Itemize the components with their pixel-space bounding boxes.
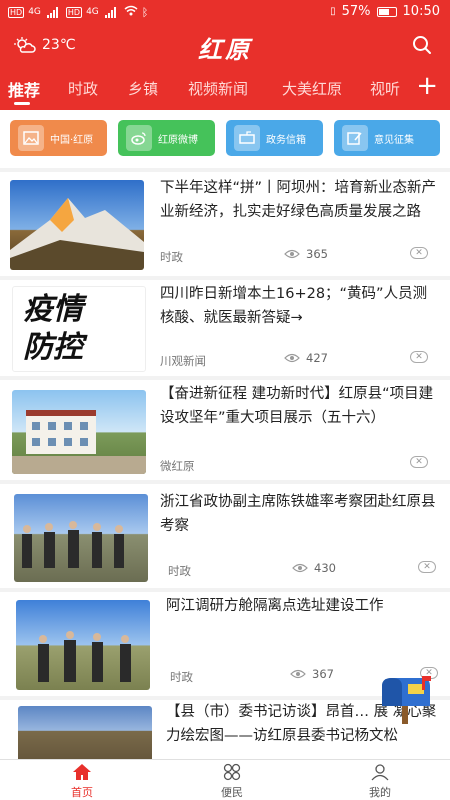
news-title: 阿江调研方舱隔离点选址建设工作 — [166, 598, 384, 614]
nav-label: 便民 — [221, 786, 243, 799]
news-title: 【奋进新征程 建功新时代】红原县“项目建设攻坚年”重大项目展示（五十六） — [160, 386, 434, 426]
nav-label: 首页 — [71, 786, 93, 799]
tab-beautiful-hongyuan[interactable]: 大美红原 — [282, 78, 342, 99]
tab-audiovisual[interactable]: 视听 — [370, 78, 400, 99]
view-count-value: 430 — [314, 561, 336, 575]
edit-icon — [342, 125, 368, 151]
vibrate-icon: ▯ — [330, 6, 336, 17]
news-source: 川观新闻 — [160, 354, 206, 368]
view-count: 430 — [292, 561, 336, 575]
news-source: 时政 — [168, 564, 191, 578]
add-channel-icon[interactable]: + — [416, 71, 438, 101]
news-thumbnail — [14, 494, 148, 582]
quick-link-china-hongyuan[interactable]: 中国·红原 — [10, 120, 107, 156]
eye-icon — [292, 563, 308, 573]
news-source: 时政 — [170, 670, 193, 684]
eye-icon — [284, 249, 300, 259]
eye-icon — [290, 669, 306, 679]
news-source: 微红原 — [160, 459, 195, 473]
category-tabs: 推荐 时政 乡镇 视频新闻 大美红原 视听 + — [0, 68, 450, 110]
news-thumbnail — [18, 706, 152, 759]
dismiss-icon[interactable]: ✕ — [410, 351, 428, 363]
network-type: 4G — [28, 7, 41, 17]
floating-mailbox-button[interactable] — [378, 676, 434, 724]
bottom-navigation: 首页 便民 我的 — [0, 759, 450, 800]
carrier-badge-2: HD — [65, 6, 83, 18]
view-count-value: 365 — [306, 247, 328, 261]
news-thumbnail — [12, 390, 146, 474]
app-header: 23℃ 红原 — [0, 26, 450, 68]
view-count-value: 367 — [312, 667, 334, 681]
signal-icon-2 — [104, 6, 116, 18]
quick-link-feedback[interactable]: 意见征集 — [334, 120, 440, 156]
eye-icon — [284, 353, 300, 363]
view-count: 427 — [284, 351, 328, 365]
mailbox-icon — [234, 125, 260, 151]
clock: 10:50 — [402, 4, 440, 19]
news-source: 时政 — [160, 250, 183, 264]
active-tab-indicator — [14, 102, 30, 105]
quick-link-weibo[interactable]: 红原微博 — [118, 120, 215, 156]
battery-percent: 57% — [341, 4, 371, 19]
news-title: 四川昨日新增本土16+28；“黄码”人员测核酸、就医最新答疑→ — [160, 286, 428, 326]
mailbox-icon — [382, 676, 431, 724]
view-count: 367 — [290, 667, 334, 681]
home-icon — [73, 764, 91, 780]
quick-link-label: 意见征集 — [374, 134, 414, 146]
tab-video-news[interactable]: 视频新闻 — [188, 78, 248, 99]
nav-services[interactable]: 便民 — [192, 763, 272, 800]
status-bar: HD 4G HD 4G ᛒ ▯ 57% 10:50 — [0, 0, 450, 26]
thumbnail-text: 疫情防控 — [23, 292, 83, 365]
dismiss-icon[interactable]: ✕ — [410, 456, 428, 468]
search-button[interactable] — [412, 35, 432, 59]
news-thumbnail — [10, 180, 144, 270]
dismiss-icon[interactable]: ✕ — [418, 561, 436, 573]
news-item[interactable]: 疫情防控 四川昨日新增本土16+28；“黄码”人员测核酸、就医最新答疑→ 川观新… — [0, 280, 450, 376]
quick-link-gov-mailbox[interactable]: 政务信箱 — [226, 120, 323, 156]
news-item[interactable]: 浙江省政协副主席陈铁雄率考察团赴红原县考察 时政 430 ✕ — [0, 484, 450, 588]
quick-link-label: 红原微博 — [158, 134, 198, 146]
news-title: 浙江省政协副主席陈铁雄率考察团赴红原县考察 — [160, 494, 436, 534]
network-type-2: 4G — [86, 7, 99, 17]
carrier-badge: HD — [8, 6, 25, 18]
news-item[interactable]: 下半年这样“拼”丨阿坝州：培育新业态新产业新经济，扎实走好绿色高质量发展之路 时… — [0, 172, 450, 276]
grid-icon — [223, 763, 241, 781]
nav-home[interactable]: 首页 — [42, 763, 122, 800]
view-count: 365 — [284, 247, 328, 261]
app-logo: 红原 — [198, 35, 252, 64]
news-thumbnail: 疫情防控 — [12, 286, 146, 372]
tab-towns[interactable]: 乡镇 — [128, 78, 158, 99]
bluetooth-icon: ᛒ — [141, 5, 149, 19]
dismiss-icon[interactable]: ✕ — [410, 247, 428, 259]
user-icon — [371, 764, 389, 781]
wifi-icon — [124, 5, 138, 19]
quick-links-bar: 中国·红原 红原微博 政务信箱 意见征集 — [0, 110, 450, 168]
tab-politics[interactable]: 时政 — [68, 78, 98, 99]
nav-label: 我的 — [369, 786, 391, 799]
signal-icon — [46, 6, 58, 18]
view-count-value: 427 — [306, 351, 328, 365]
news-item[interactable]: 【奋进新征程 建功新时代】红原县“项目建设攻坚年”重大项目展示（五十六） 微红原… — [0, 380, 450, 480]
weibo-icon — [126, 125, 152, 151]
battery-icon — [376, 6, 397, 17]
news-thumbnail — [16, 600, 150, 690]
tab-recommend[interactable]: 推荐 — [8, 77, 40, 101]
quick-link-label: 中国·红原 — [50, 134, 94, 146]
news-title: 下半年这样“拼”丨阿坝州：培育新业态新产业新经济，扎实走好绿色高质量发展之路 — [160, 180, 437, 220]
nav-profile[interactable]: 我的 — [340, 763, 420, 800]
picture-icon — [18, 125, 44, 151]
quick-link-label: 政务信箱 — [266, 134, 306, 146]
search-icon — [413, 36, 431, 54]
